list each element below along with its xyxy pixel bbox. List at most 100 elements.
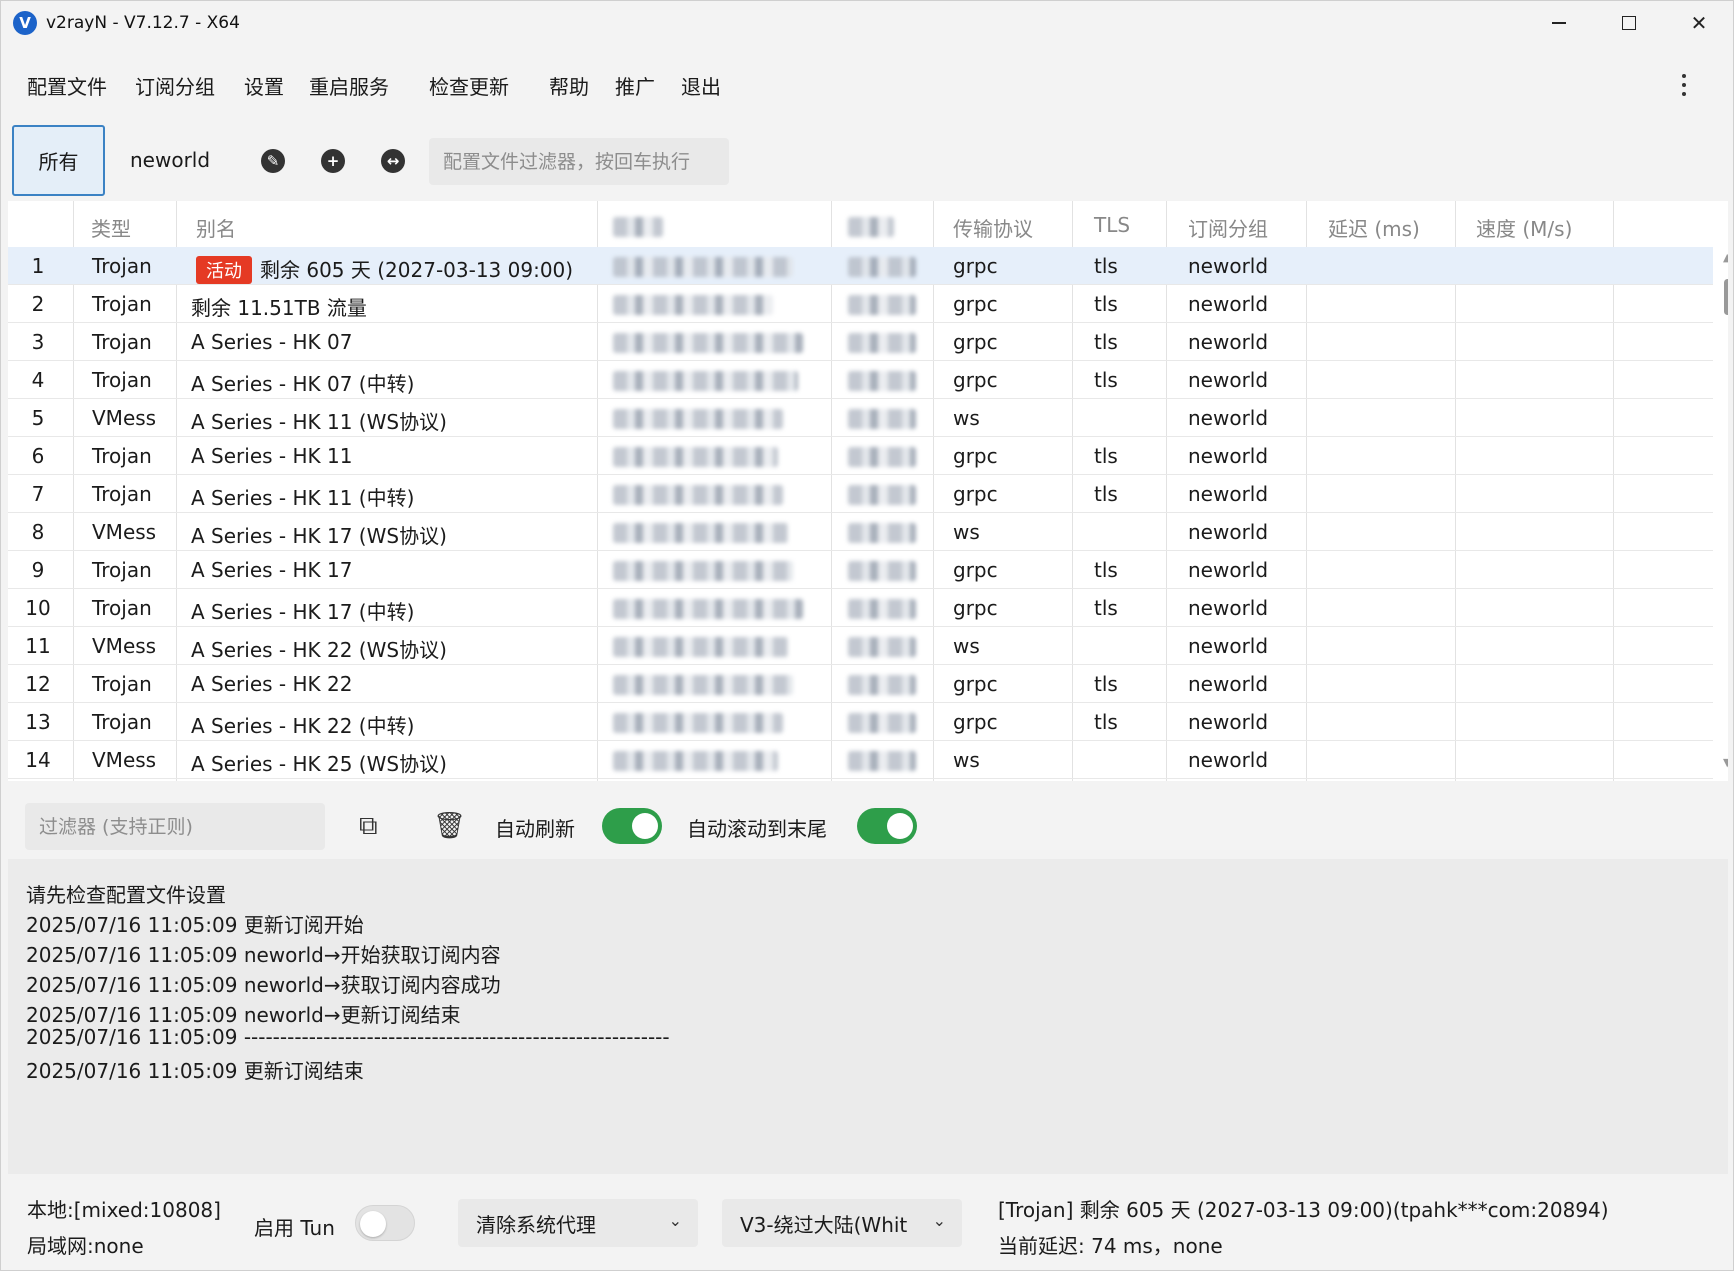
table-row[interactable]: 8 VMess A Series - HK 17 (WS协议) ws neworld <box>8 513 1713 551</box>
header-network[interactable]: 传输协议 <box>953 213 1033 242</box>
log-filter-input[interactable] <box>25 803 325 850</box>
cell-alias: A Series - HK 25 (WS协议) <box>191 748 447 777</box>
menu-promotion[interactable]: 推广 <box>615 71 655 100</box>
row-index: 7 <box>31 482 45 506</box>
table-row[interactable]: 5 VMess A Series - HK 11 (WS协议) ws neworld <box>8 399 1713 437</box>
scroll-up-icon[interactable]: ▲ <box>1723 251 1728 264</box>
cell-port-redacted <box>848 599 916 619</box>
header-alias[interactable]: 别名 <box>196 213 236 242</box>
auto-refresh-toggle[interactable] <box>602 808 662 844</box>
cell-address-redacted <box>613 637 788 657</box>
cell-type: Trojan <box>92 254 152 278</box>
cell-address-redacted <box>613 447 778 467</box>
table-row[interactable]: 14 VMess A Series - HK 25 (WS协议) ws neworld <box>8 741 1713 779</box>
cell-alias: A Series - HK 11 <box>191 444 352 468</box>
menu-settings[interactable]: 设置 <box>244 71 284 100</box>
table-row[interactable]: 13 Trojan A Series - HK 22 (中转) grpc tls newo… <box>8 703 1713 741</box>
tab-neworld[interactable]: neworld <box>130 148 210 172</box>
cell-address-redacted <box>613 257 793 277</box>
profile-filter-input[interactable] <box>429 138 729 185</box>
table-row[interactable]: 4 Trojan A Series - HK 07 (中转) grpc tls newor… <box>8 361 1713 399</box>
cell-address-redacted <box>613 333 803 353</box>
cell-address-redacted <box>613 751 778 771</box>
cell-port-redacted <box>848 713 916 733</box>
app-logo-icon: V <box>13 11 37 35</box>
close-button[interactable]: ✕ <box>1664 1 1733 45</box>
table-row[interactable]: 6 Trojan A Series - HK 11 grpc tls neworld <box>8 437 1713 475</box>
table-row[interactable]: 1 Trojan 活动 剩余 605 天 (2027-03-13 09:00) grpc… <box>8 247 1713 285</box>
minimize-button[interactable] <box>1524 1 1594 45</box>
trash-icon[interactable]: 🗑 <box>433 811 466 841</box>
cell-type: VMess <box>92 520 157 544</box>
cell-alias-text: A Series - HK 22 (中转) <box>191 714 415 738</box>
cell-alias: A Series - HK 22 <box>191 672 352 696</box>
copy-icon[interactable]: ⧉ <box>359 811 378 842</box>
table-row[interactable]: 12 Trojan A Series - HK 22 grpc tls neworld <box>8 665 1713 703</box>
cell-alias-text: A Series - HK 07 (中转) <box>191 372 415 396</box>
menu-profiles[interactable]: 配置文件 <box>27 71 107 100</box>
log-panel[interactable]: 请先检查配置文件设置 2025/07/16 11:05:09 更新订阅开始 20… <box>8 859 1728 1174</box>
header-type[interactable]: 类型 <box>91 213 131 242</box>
scroll-thumb[interactable] <box>1724 279 1728 315</box>
cell-type: Trojan <box>92 596 152 620</box>
table-row[interactable]: 10 Trojan A Series - HK 17 (中转) grpc tls newo… <box>8 589 1713 627</box>
cell-type: Trojan <box>92 482 152 506</box>
routing-value: V3-绕过大陆(Whit <box>740 1212 908 1237</box>
local-port-status: 本地:[mixed:10808] <box>27 1198 221 1222</box>
menu-restart-service[interactable]: 重启服务 <box>309 71 389 100</box>
maximize-button[interactable] <box>1594 1 1664 45</box>
cell-port-redacted <box>848 257 916 277</box>
header-tls[interactable]: TLS <box>1094 213 1130 237</box>
table-row[interactable]: 7 Trojan A Series - HK 11 (中转) grpc tls newor… <box>8 475 1713 513</box>
cell-alias: A Series - HK 17 (WS协议) <box>191 520 447 549</box>
chevron-down-icon: ⌄ <box>932 1211 946 1230</box>
cell-alias-text: A Series - HK 11 (WS协议) <box>191 410 447 434</box>
cell-alias-text: A Series - HK 22 (WS协议) <box>191 638 447 662</box>
cell-network: ws <box>953 406 980 430</box>
routing-select[interactable]: V3-绕过大陆(Whit ⌄ <box>722 1199 962 1247</box>
log-line: 2025/07/16 11:05:09 更新订阅开始 <box>26 913 364 937</box>
tun-label: 启用 Tun <box>254 1216 335 1240</box>
menu-check-update[interactable]: 检查更新 <box>429 71 509 100</box>
table-row[interactable]: 2 Trojan 剩余 11.51TB 流量 grpc tls neworld <box>8 285 1713 323</box>
table-row[interactable]: 9 Trojan A Series - HK 17 grpc tls neworld <box>8 551 1713 589</box>
cell-group: neworld <box>1188 672 1269 696</box>
close-icon: ✕ <box>1690 11 1708 35</box>
table-scrollbar[interactable]: ▲ ▼ <box>1720 251 1728 771</box>
cell-alias-text: A Series - HK 17 (WS协议) <box>191 524 447 548</box>
system-proxy-select[interactable]: 清除系统代理 ⌄ <box>458 1199 698 1247</box>
cell-tls: tls <box>1094 330 1118 354</box>
log-line: 2025/07/16 11:05:09 neworld→开始获取订阅内容 <box>26 943 501 967</box>
table-row[interactable]: 11 VMess A Series - HK 22 (WS协议) ws neworld <box>8 627 1713 665</box>
edit-icon[interactable]: ✎ <box>261 149 285 173</box>
cell-alias: A Series - HK 07 <box>191 330 352 354</box>
cell-network: ws <box>953 634 980 658</box>
move-icon[interactable]: ↔ <box>381 149 405 173</box>
cell-alias: A Series - HK 17 <box>191 558 352 582</box>
table-row[interactable]: 3 Trojan A Series - HK 07 grpc tls neworld <box>8 323 1713 361</box>
scroll-down-icon[interactable]: ▼ <box>1723 756 1728 769</box>
add-icon[interactable]: + <box>321 149 345 173</box>
minimize-icon <box>1552 22 1566 24</box>
more-options-icon[interactable] <box>1676 71 1692 101</box>
cell-alias-text: A Series - HK 22 <box>191 672 353 696</box>
row-index: 12 <box>25 672 51 696</box>
header-speed[interactable]: 速度 (M/s) <box>1476 213 1572 242</box>
cell-group: neworld <box>1188 748 1269 772</box>
cell-alias: A Series - HK 17 (中转) <box>191 596 414 625</box>
cell-alias-text: A Series - HK 17 (中转) <box>191 600 415 624</box>
table-header: 类型 别名 传输协议 TLS 订阅分组 延迟 (ms) 速度 (M/s) <box>8 201 1728 247</box>
tab-all[interactable]: 所有 <box>12 125 105 196</box>
tun-toggle[interactable] <box>355 1205 415 1241</box>
cell-port-redacted <box>848 333 916 353</box>
row-index: 5 <box>31 406 45 430</box>
menu-subscription-groups[interactable]: 订阅分组 <box>135 71 215 100</box>
menu-exit[interactable]: 退出 <box>681 71 721 100</box>
cell-alias-text: A Series - HK 17 <box>191 558 353 582</box>
cell-type: Trojan <box>92 368 152 392</box>
menu-bar: 配置文件 订阅分组 设置 重启服务 检查更新 帮助 推广 退出 <box>1 61 1733 107</box>
menu-help[interactable]: 帮助 <box>549 71 589 100</box>
header-delay[interactable]: 延迟 (ms) <box>1328 213 1420 242</box>
header-group[interactable]: 订阅分组 <box>1188 213 1268 242</box>
auto-scroll-toggle[interactable] <box>857 808 917 844</box>
